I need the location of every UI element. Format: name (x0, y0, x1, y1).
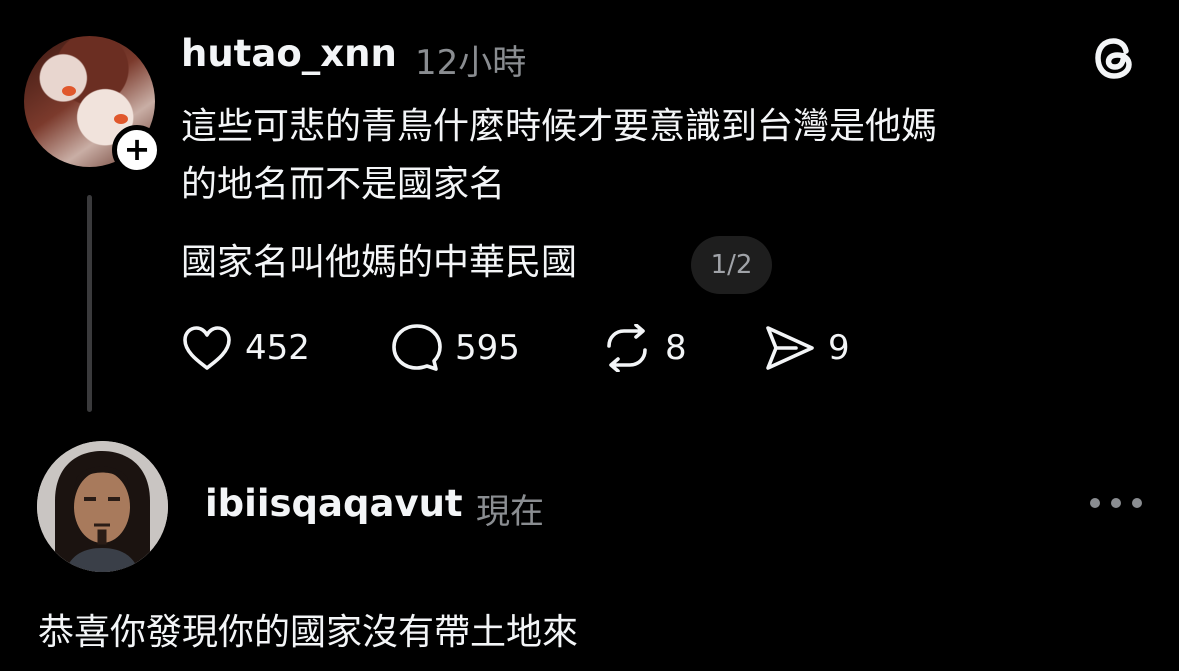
repost-count: 8 (665, 328, 687, 368)
avatar-eye-right (114, 114, 128, 124)
threads-logo-icon[interactable] (1087, 29, 1143, 85)
like-button[interactable]: 452 (181, 322, 310, 374)
post-author-username[interactable]: hutao_xnn (181, 32, 397, 75)
reply-timestamp: 現在 (476, 492, 544, 532)
thread-connector-line (87, 195, 92, 412)
page-counter-badge[interactable]: 1/2 (691, 236, 772, 294)
speech-bubble-icon (392, 324, 442, 371)
reply-author-username[interactable]: ibiisqaqavut (205, 482, 463, 525)
post-text-line: 這些可悲的青鳥什麼時候才要意識到台灣是他媽 (181, 106, 938, 147)
reply-text: 恭喜你發現你的國家沒有帶土地來 (38, 612, 579, 653)
avatar-portrait (37, 441, 168, 572)
follow-plus-button[interactable]: + (112, 125, 162, 175)
repost-icon (607, 324, 647, 372)
more-dot (1090, 498, 1100, 508)
post-timestamp: 12小時 (415, 43, 527, 83)
more-dot (1111, 498, 1121, 508)
more-dot (1132, 498, 1142, 508)
heart-icon (183, 326, 231, 370)
share-count: 9 (828, 328, 850, 368)
avatar-eye-left (62, 86, 76, 96)
send-icon (766, 326, 814, 370)
repost-button[interactable]: 8 (601, 322, 687, 374)
share-button[interactable]: 9 (764, 322, 850, 374)
post-text-line: 國家名叫他媽的中華民國 (181, 242, 578, 283)
like-count: 452 (245, 328, 310, 368)
post-text-line: 的地名而不是國家名 (181, 164, 506, 205)
avatar-ibiisqaqavut[interactable] (37, 441, 168, 572)
more-horizontal-icon[interactable] (1090, 490, 1142, 516)
reply-button[interactable]: 595 (391, 322, 520, 374)
reply-count: 595 (455, 328, 520, 368)
